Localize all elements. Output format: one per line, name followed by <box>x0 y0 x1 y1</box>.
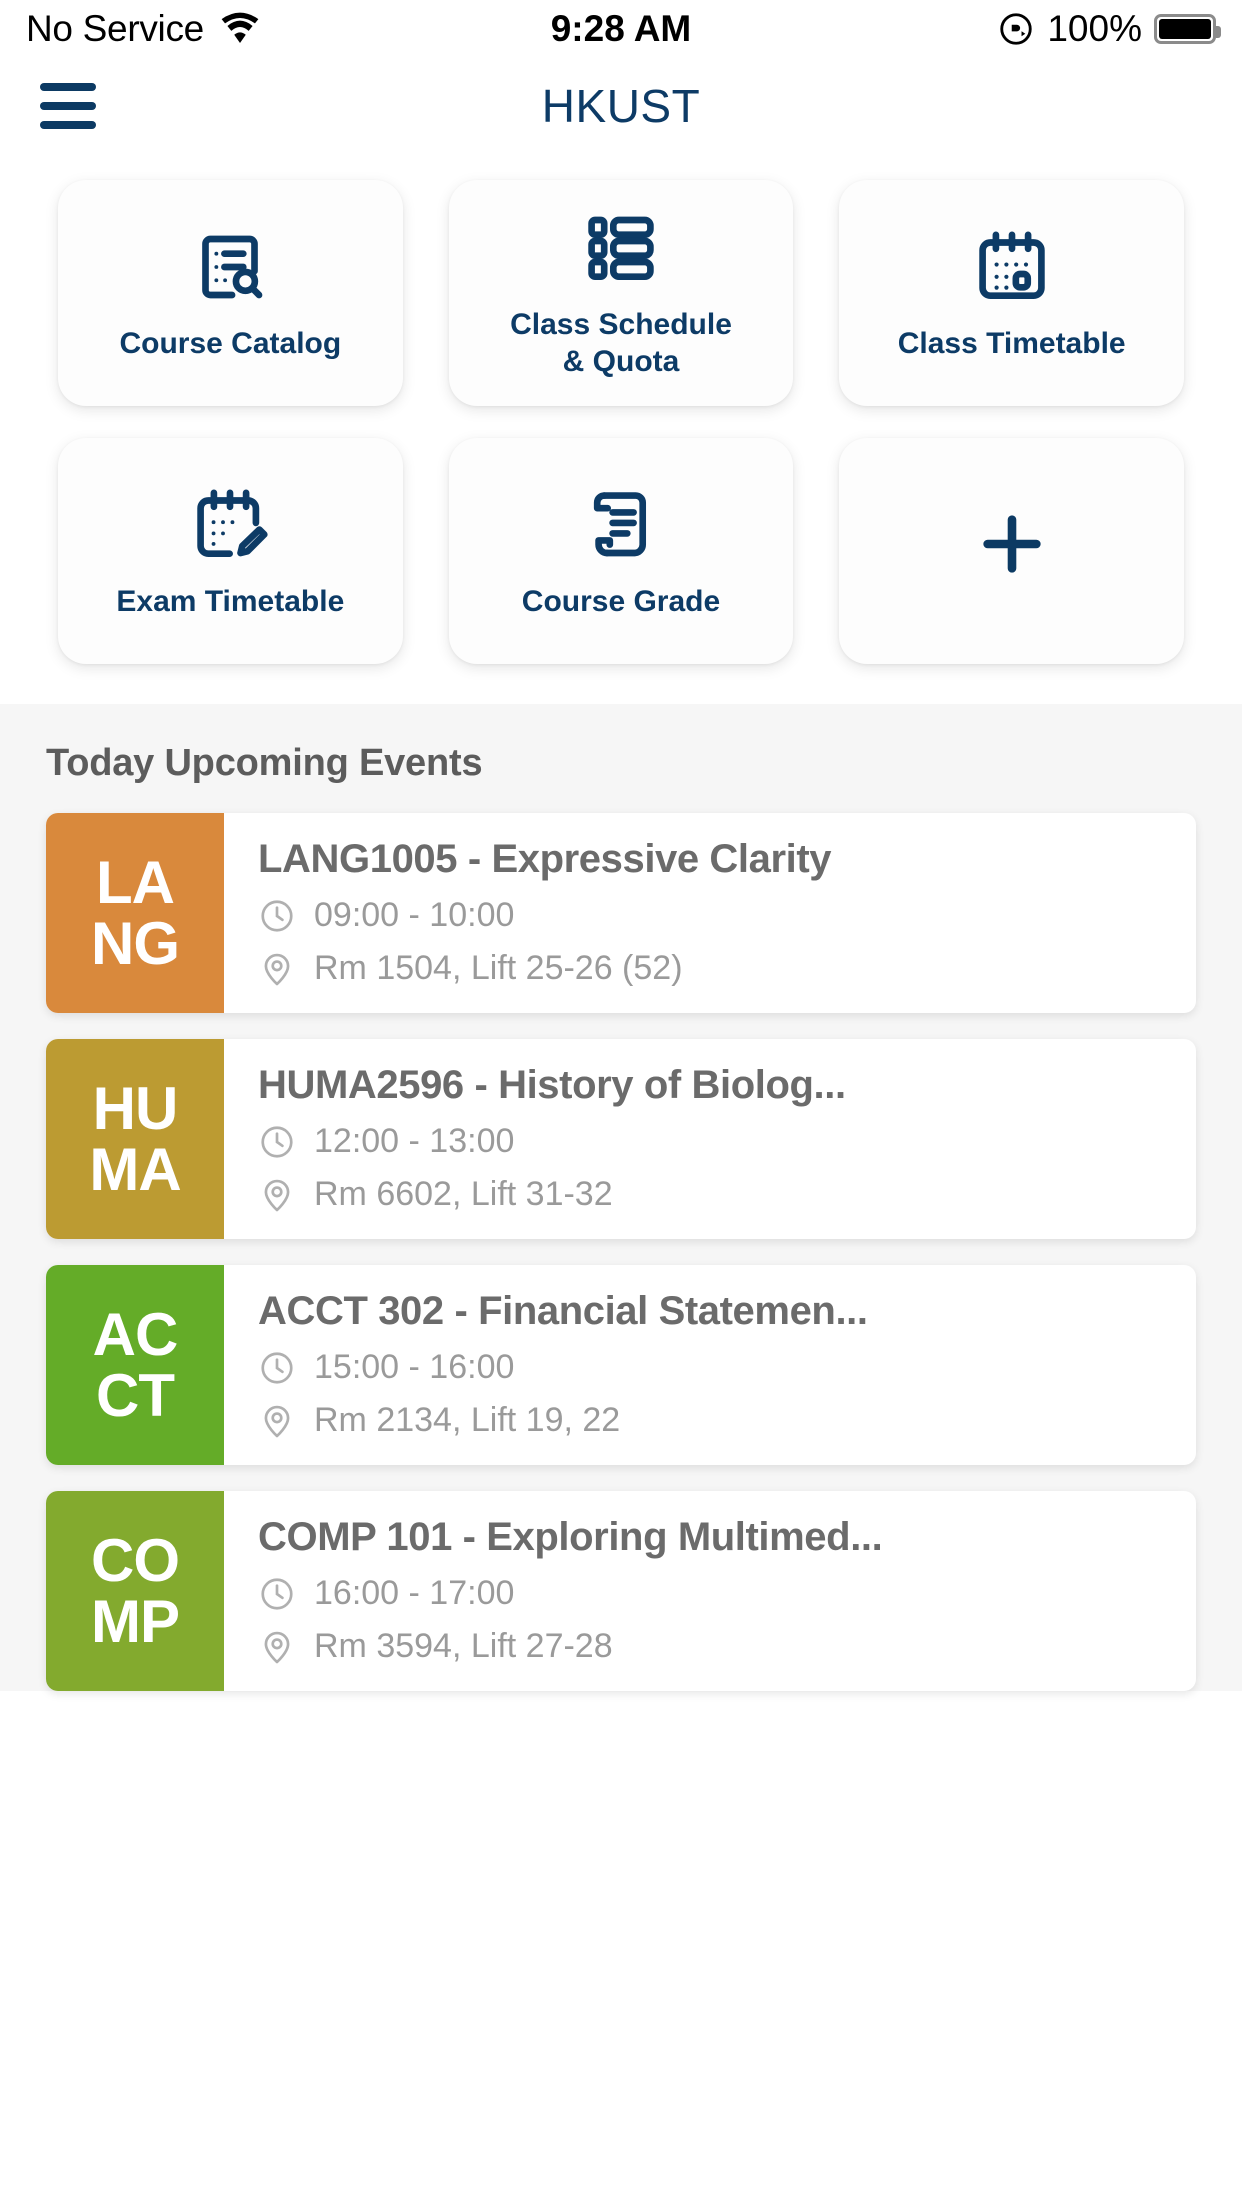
event-details: COMP 101 - Exploring Multimed... 16:00 -… <box>224 1491 1196 1691</box>
event-list-item[interactable]: LA NG LANG1005 - Expressive Clarity 09:0… <box>46 813 1196 1013</box>
quick-action-label: Class Schedule & Quota <box>510 307 732 380</box>
calendar-icon <box>970 224 1054 310</box>
event-location-row: Rm 2134, Lift 19, 22 <box>258 1401 1166 1440</box>
document-search-icon <box>188 224 272 310</box>
clock-icon <box>258 897 296 935</box>
quick-action-label: Course Grade <box>521 584 721 618</box>
quick-action-course-catalog[interactable]: Course Catalog <box>58 180 403 406</box>
location-pin-icon <box>258 1402 296 1440</box>
location-pin-icon <box>258 950 296 988</box>
quick-action-class-schedule-quota[interactable]: Class Schedule & Quota <box>448 180 794 406</box>
event-subject-tag: LA NG <box>46 813 224 1013</box>
event-list-item[interactable]: CO MP COMP 101 - Exploring Multimed... 1… <box>46 1491 1196 1691</box>
battery-icon <box>1154 14 1221 44</box>
event-location-row: Rm 1504, Lift 25-26 (52) <box>258 949 1166 988</box>
event-location-row: Rm 3594, Lift 27-28 <box>258 1627 1166 1666</box>
clock-icon <box>258 1575 296 1613</box>
calendar-edit-icon <box>188 482 272 568</box>
quick-actions-section: Course Catalog Class Schedule & Quota Cl… <box>0 154 1242 704</box>
quick-action-label: Class Timetable <box>897 326 1126 360</box>
event-details: LANG1005 - Expressive Clarity 09:00 - 10… <box>224 813 1196 1013</box>
event-subject-line1: HU <box>92 1074 179 1142</box>
app-header: HKUST <box>0 58 1242 154</box>
event-location: Rm 2134, Lift 19, 22 <box>314 1401 621 1439</box>
event-subject-line2: NG <box>91 910 180 977</box>
quick-action-add[interactable] <box>839 438 1184 664</box>
event-subject-line2: MP <box>91 1588 180 1655</box>
event-details: HUMA2596 - History of Biolog... 12:00 - … <box>224 1039 1196 1239</box>
rotation-lock-icon <box>997 10 1035 48</box>
battery-percent-label: 100% <box>1047 8 1142 49</box>
event-list-item[interactable]: AC CT ACCT 302 - Financial Statemen... 1… <box>46 1265 1196 1465</box>
event-location: Rm 6602, Lift 31-32 <box>314 1175 613 1213</box>
event-title: ACCT 302 - Financial Statemen... <box>258 1289 868 1333</box>
plus-icon <box>969 501 1055 602</box>
clock-icon <box>258 1123 296 1161</box>
event-time: 12:00 - 13:00 <box>314 1122 515 1160</box>
event-time-row: 16:00 - 17:00 <box>258 1574 1166 1613</box>
event-time-row: 12:00 - 13:00 <box>258 1122 1166 1161</box>
status-bar: No Service 9:28 AM 100% <box>0 0 1242 58</box>
event-title: LANG1005 - Expressive Clarity <box>258 837 832 881</box>
event-location: Rm 1504, Lift 25-26 (52) <box>314 949 683 987</box>
quick-action-exam-timetable[interactable]: Exam Timetable <box>58 438 403 664</box>
quick-action-label: Exam Timetable <box>116 584 345 618</box>
location-pin-icon <box>258 1176 296 1214</box>
quick-action-label-line2: & Quota <box>562 345 680 378</box>
event-location-row: Rm 6602, Lift 31-32 <box>258 1175 1166 1214</box>
event-subject-line2: MA <box>89 1136 181 1203</box>
event-subject-tag: HU MA <box>46 1039 224 1239</box>
quick-action-class-timetable[interactable]: Class Timetable <box>839 180 1184 406</box>
status-bar-right: 100% <box>997 8 1221 50</box>
event-title: HUMA2596 - History of Biolog... <box>258 1063 846 1107</box>
event-title: COMP 101 - Exploring Multimed... <box>258 1515 883 1559</box>
quick-actions-grid: Course Catalog Class Schedule & Quota Cl… <box>58 180 1184 664</box>
list-blocks-icon <box>579 205 663 291</box>
event-subject-line2: CT <box>96 1362 175 1429</box>
event-subject-tag: CO MP <box>46 1491 224 1691</box>
clock-icon <box>258 1349 296 1387</box>
event-time: 16:00 - 17:00 <box>314 1574 515 1612</box>
event-subject-line1: AC <box>92 1300 179 1368</box>
quick-action-label: Course Catalog <box>119 326 342 360</box>
events-section-title: Today Upcoming Events <box>46 742 483 784</box>
event-time-row: 15:00 - 16:00 <box>258 1348 1166 1387</box>
scroll-certificate-icon <box>579 482 663 568</box>
quick-action-course-grade[interactable]: Course Grade <box>448 438 794 664</box>
event-time-row: 09:00 - 10:00 <box>258 896 1166 935</box>
event-list-item[interactable]: HU MA HUMA2596 - History of Biolog... 12… <box>46 1039 1196 1239</box>
events-list: LA NG LANG1005 - Expressive Clarity 09:0… <box>0 785 1242 1691</box>
page-title: HKUST <box>541 80 701 132</box>
event-time: 09:00 - 10:00 <box>314 896 515 934</box>
event-subject-line1: LA <box>96 848 175 916</box>
event-details: ACCT 302 - Financial Statemen... 15:00 -… <box>224 1265 1196 1465</box>
quick-action-label-line1: Class Schedule <box>510 308 732 342</box>
event-time: 15:00 - 16:00 <box>314 1348 515 1386</box>
event-subject-tag: AC CT <box>46 1265 224 1465</box>
event-location: Rm 3594, Lift 27-28 <box>314 1627 613 1665</box>
event-subject-line1: CO <box>91 1526 180 1594</box>
location-pin-icon <box>258 1628 296 1666</box>
upcoming-events-section: Today Upcoming Events LA NG LANG1005 - E… <box>0 704 1242 1691</box>
